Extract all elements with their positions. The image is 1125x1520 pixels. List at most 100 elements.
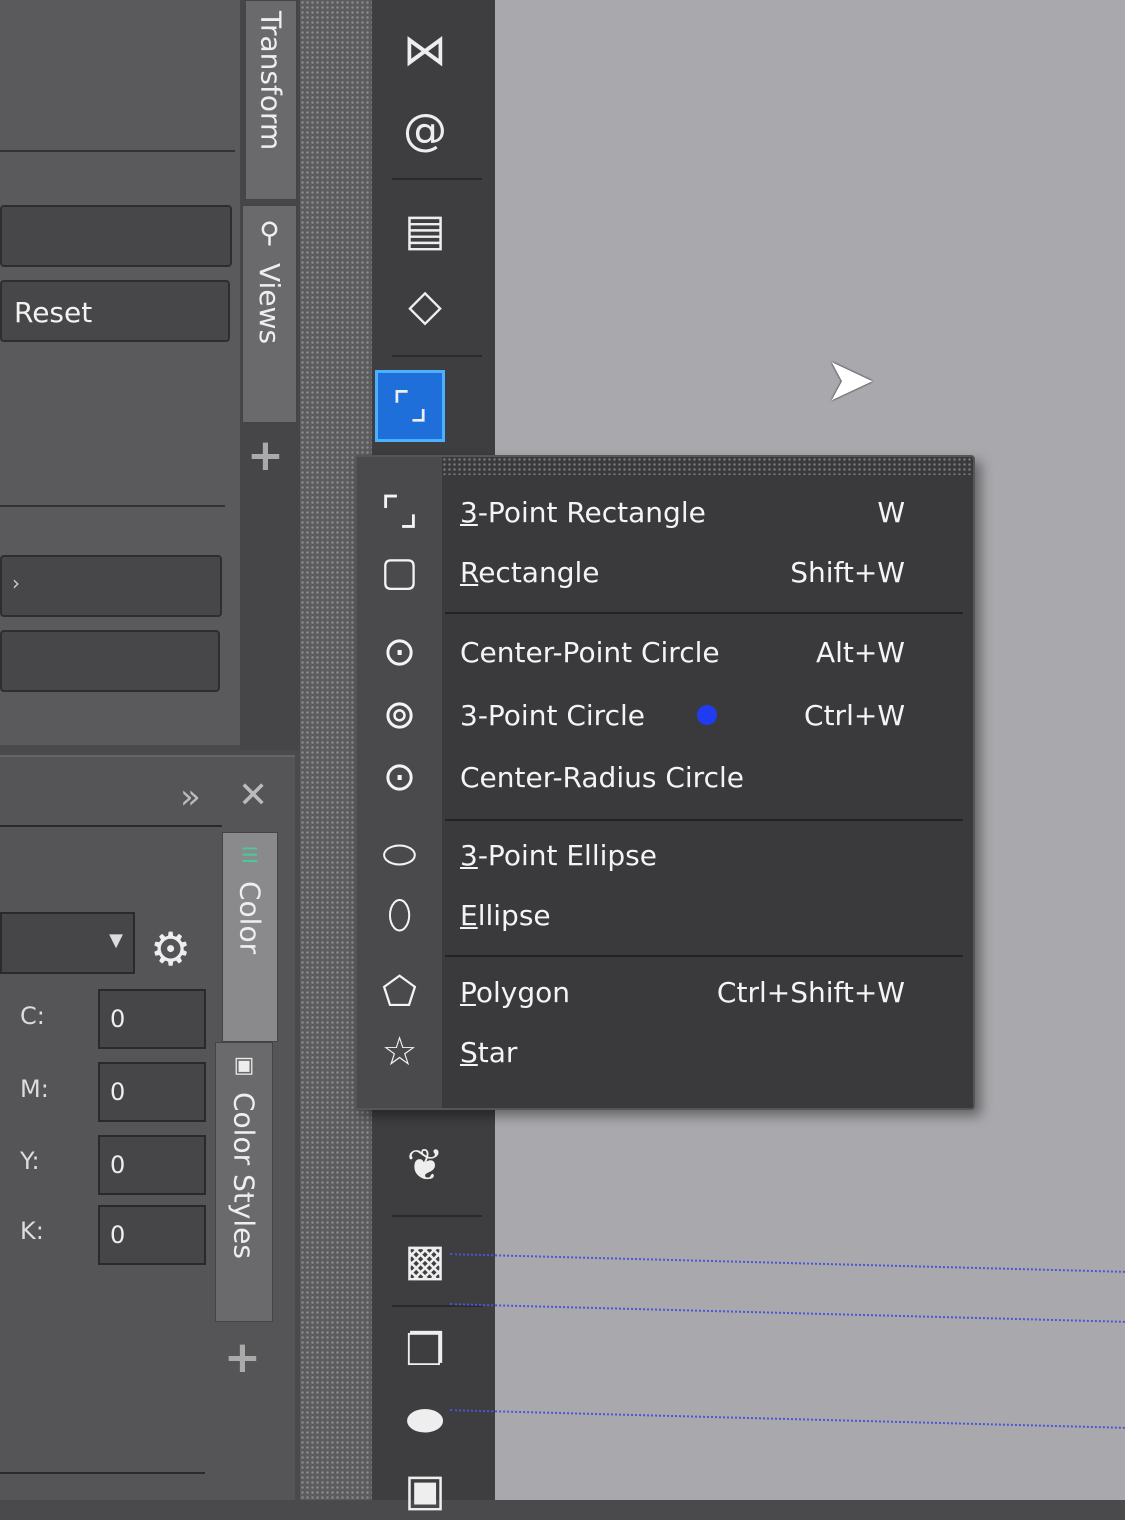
color-model-dropdown[interactable]: ▼ xyxy=(0,912,135,974)
channel-label-c: C: xyxy=(20,1002,45,1030)
shortcut: Shift+W xyxy=(790,555,905,589)
menu-item-ellipse[interactable]: ⬯ Ellipse xyxy=(357,885,973,945)
expand-field[interactable]: › xyxy=(0,555,222,617)
label-text: -Point Ellipse xyxy=(477,838,657,872)
color-docker: » ✕ ▼ ⚙ C: 0 M: 0 Y: 0 K: 0 ☰ Color ▣ Colo… xyxy=(0,755,295,1500)
menu-item-star[interactable]: ☆ Star xyxy=(357,1022,973,1082)
mnemonic: R xyxy=(460,555,479,589)
rectangle-tool-icon[interactable]: ⌜⌟ xyxy=(375,370,445,442)
color-styles-icon: ▣ xyxy=(231,1053,257,1078)
menu-separator xyxy=(445,955,963,957)
tab-color[interactable]: ☰ Color xyxy=(222,832,278,1042)
gear-icon[interactable]: ⚙ xyxy=(150,922,191,976)
label-text: tar xyxy=(477,1035,518,1069)
tab-color-styles[interactable]: ▣ Color Styles xyxy=(215,1042,273,1322)
label-text: Center-Point Circle xyxy=(460,635,720,669)
mnemonic: P xyxy=(460,975,476,1009)
center-radius-circle-icon: ⊙ xyxy=(382,754,417,800)
divider xyxy=(0,1472,205,1474)
expand-icon[interactable]: » xyxy=(180,777,201,817)
menu-grip xyxy=(442,457,973,475)
label-text: llipse xyxy=(477,898,551,932)
add-tab-button[interactable]: + xyxy=(247,430,284,481)
3-point-circle-icon: ⊚ xyxy=(382,692,417,738)
menu-item-label: Rectangle xyxy=(442,556,790,589)
shortcut: Alt+W xyxy=(815,635,905,669)
divider xyxy=(392,1215,482,1217)
label-text: olygon xyxy=(475,975,571,1009)
menu-item-center-point-circle[interactable]: ⊙ Center-Point Circle Alt+W xyxy=(357,622,973,682)
frame-icon[interactable]: ▣ xyxy=(390,1460,460,1520)
menu-separator xyxy=(445,612,963,614)
menu-item-3-point-circle[interactable]: ⊚ 3-Point Circle Ctrl+W xyxy=(357,685,973,745)
indicator-dot xyxy=(696,704,717,725)
mnemonic: 3 xyxy=(460,495,478,529)
tab-label: Transform xyxy=(254,11,288,151)
channel-label-m: M: xyxy=(20,1075,49,1103)
mouse-cursor-icon: ➤ xyxy=(825,345,876,415)
divider xyxy=(392,355,482,357)
magnifier-icon: ⚲ xyxy=(253,216,286,249)
input-field[interactable] xyxy=(0,205,232,267)
add-tab-button[interactable]: + xyxy=(224,1332,261,1383)
menu-item-label: Center-Point Circle xyxy=(442,636,816,669)
menu-item-3-point-ellipse[interactable]: ⬭ 3-Point Ellipse xyxy=(357,825,973,885)
star-icon: ☆ xyxy=(381,1029,418,1075)
mnemonic: S xyxy=(460,1035,478,1069)
menu-item-center-radius-circle[interactable]: ⊙ Center-Radius Circle xyxy=(357,747,973,807)
shapes-icon[interactable]: ◇ xyxy=(390,275,460,335)
center-point-circle-icon: ⊙ xyxy=(382,629,417,675)
menu-separator xyxy=(445,819,963,821)
menu-item-label: Polygon xyxy=(442,976,717,1009)
menu-item-label: 3-Point Circle xyxy=(442,699,804,732)
channel-label-y: Y: xyxy=(20,1147,40,1175)
artistic-media-icon[interactable]: ▤ xyxy=(390,200,460,260)
chevron-down-icon: ▼ xyxy=(109,930,123,951)
channel-m-input[interactable]: 0 xyxy=(98,1062,206,1122)
mnemonic: 3 xyxy=(460,838,478,872)
menu-item-label: Ellipse xyxy=(442,899,905,932)
channel-y-input[interactable]: 0 xyxy=(98,1135,206,1195)
tab-label: Views xyxy=(253,263,286,345)
input-field[interactable] xyxy=(0,630,220,692)
close-icon[interactable]: ✕ xyxy=(238,775,268,816)
divider xyxy=(392,178,482,180)
channel-label-k: K: xyxy=(20,1217,44,1245)
transform-docker: Reset › xyxy=(0,0,240,745)
rectangle-icon: ▢ xyxy=(380,549,419,595)
drop-shadow-icon[interactable]: ❐ xyxy=(390,1320,460,1380)
label-text: ectangle xyxy=(478,555,600,589)
3-point-rectangle-icon: ⌜⌟ xyxy=(380,489,419,535)
shortcut: W xyxy=(877,495,905,529)
transparency-icon[interactable]: ❦ xyxy=(390,1135,460,1195)
tab-transform[interactable]: Transform xyxy=(245,0,297,200)
spiral-icon[interactable]: @ xyxy=(390,100,460,160)
menu-item-label: Star xyxy=(442,1036,905,1069)
docker-tab-strip: Transform ⚲ Views + xyxy=(240,0,300,750)
ellipse-icon: ⬯ xyxy=(386,892,413,938)
channel-c-input[interactable]: 0 xyxy=(98,989,206,1049)
shortcut: Ctrl+W xyxy=(804,698,905,732)
sliders-icon: ☰ xyxy=(238,843,262,867)
mnemonic: E xyxy=(460,898,478,932)
label-text: 3-Point Circle xyxy=(460,698,645,732)
channel-k-input[interactable]: 0 xyxy=(98,1205,206,1265)
menu-item-polygon[interactable]: ⬠ Polygon Ctrl+Shift+W xyxy=(357,962,973,1022)
divider xyxy=(0,825,222,827)
reset-button[interactable]: Reset xyxy=(0,280,230,342)
divider xyxy=(0,505,225,507)
3-point-ellipse-icon: ⬭ xyxy=(382,832,417,878)
menu-item-rectangle[interactable]: ▢ Rectangle Shift+W xyxy=(357,542,973,602)
menu-item-label: Center-Radius Circle xyxy=(442,761,905,794)
rectangle-tool-flyout-menu: ⌜⌟ 3-Point Rectangle W ▢ Rectangle Shift+W ⊙… xyxy=(355,455,975,1110)
menu-item-3-point-rectangle[interactable]: ⌜⌟ 3-Point Rectangle W xyxy=(357,482,973,542)
tab-views[interactable]: ⚲ Views xyxy=(242,205,297,423)
pattern-fill-icon[interactable]: ▩ xyxy=(390,1230,460,1290)
label-text: Center-Radius Circle xyxy=(460,760,744,794)
menu-item-label: 3-Point Ellipse xyxy=(442,839,905,872)
tab-label: Color xyxy=(233,881,267,955)
menu-item-label: 3-Point Rectangle xyxy=(442,496,877,529)
eraser-icon[interactable]: ⬬ xyxy=(390,1390,460,1450)
smart-drawing-icon[interactable]: ⋈ xyxy=(390,20,460,80)
label-text: -Point Rectangle xyxy=(477,495,706,529)
